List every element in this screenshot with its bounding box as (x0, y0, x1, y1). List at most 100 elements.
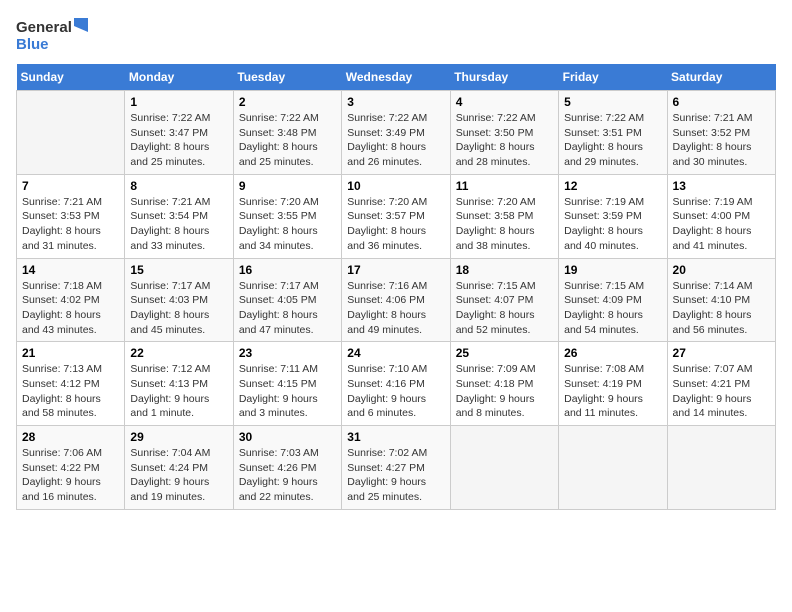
day-cell: 18 Sunrise: 7:15 AM Sunset: 4:07 PM Dayli… (450, 258, 558, 342)
day-info: Sunrise: 7:18 AM Sunset: 4:02 PM Dayligh… (22, 279, 119, 338)
day-header-wednesday: Wednesday (342, 64, 450, 91)
page-header: GeneralBlue (16, 16, 776, 54)
day-info: Sunrise: 7:20 AM Sunset: 3:58 PM Dayligh… (456, 195, 553, 254)
day-number: 21 (22, 346, 119, 360)
day-info: Sunrise: 7:04 AM Sunset: 4:24 PM Dayligh… (130, 446, 227, 505)
day-cell (17, 91, 125, 175)
day-info: Sunrise: 7:08 AM Sunset: 4:19 PM Dayligh… (564, 362, 661, 421)
day-number: 3 (347, 95, 444, 109)
day-info: Sunrise: 7:06 AM Sunset: 4:22 PM Dayligh… (22, 446, 119, 505)
day-cell: 5 Sunrise: 7:22 AM Sunset: 3:51 PM Daylig… (559, 91, 667, 175)
day-header-row: SundayMondayTuesdayWednesdayThursdayFrid… (17, 64, 776, 91)
day-cell: 12Sunrise: 7:19 AM Sunset: 3:59 PM Dayli… (559, 174, 667, 258)
day-number: 23 (239, 346, 336, 360)
day-info: Sunrise: 7:15 AM Sunset: 4:09 PM Dayligh… (564, 279, 661, 338)
day-header-saturday: Saturday (667, 64, 775, 91)
week-row-4: 21 Sunrise: 7:13 AM Sunset: 4:12 PM Dayli… (17, 342, 776, 426)
day-info: Sunrise: 7:20 AM Sunset: 3:57 PM Dayligh… (347, 195, 444, 254)
day-number: 15 (130, 263, 227, 277)
day-number: 16 (239, 263, 336, 277)
day-number: 20 (673, 263, 770, 277)
day-info: Sunrise: 7:09 AM Sunset: 4:18 PM Dayligh… (456, 362, 553, 421)
day-info: Sunrise: 7:07 AM Sunset: 4:21 PM Dayligh… (673, 362, 770, 421)
day-info: Sunrise: 7:22 AM Sunset: 3:49 PM Dayligh… (347, 111, 444, 170)
day-info: Sunrise: 7:17 AM Sunset: 4:03 PM Dayligh… (130, 279, 227, 338)
day-number: 1 (130, 95, 227, 109)
day-number: 24 (347, 346, 444, 360)
day-number: 31 (347, 430, 444, 444)
day-header-monday: Monday (125, 64, 233, 91)
day-number: 25 (456, 346, 553, 360)
day-number: 19 (564, 263, 661, 277)
day-cell: 13 Sunrise: 7:19 AM Sunset: 4:00 PM Dayli… (667, 174, 775, 258)
day-number: 5 (564, 95, 661, 109)
day-number: 2 (239, 95, 336, 109)
day-number: 4 (456, 95, 553, 109)
day-cell: 30 Sunrise: 7:03 AM Sunset: 4:26 PM Dayli… (233, 426, 341, 510)
day-info: Sunrise: 7:15 AM Sunset: 4:07 PM Dayligh… (456, 279, 553, 338)
day-number: 28 (22, 430, 119, 444)
day-number: 30 (239, 430, 336, 444)
day-cell: 19 Sunrise: 7:15 AM Sunset: 4:09 PM Dayli… (559, 258, 667, 342)
logo: GeneralBlue (16, 16, 96, 54)
day-info: Sunrise: 7:19 AM Sunset: 4:00 PM Dayligh… (673, 195, 770, 254)
day-header-thursday: Thursday (450, 64, 558, 91)
day-cell: 26 Sunrise: 7:08 AM Sunset: 4:19 PM Dayli… (559, 342, 667, 426)
day-cell: 3 Sunrise: 7:22 AM Sunset: 3:49 PM Daylig… (342, 91, 450, 175)
day-number: 7 (22, 179, 119, 193)
day-info: Sunrise: 7:22 AM Sunset: 3:50 PM Dayligh… (456, 111, 553, 170)
day-number: 13 (673, 179, 770, 193)
day-info: Sunrise: 7:22 AM Sunset: 3:47 PM Dayligh… (130, 111, 227, 170)
day-info: Sunrise: 7:22 AM Sunset: 3:51 PM Dayligh… (564, 111, 661, 170)
day-info: Sunrise: 7:14 AM Sunset: 4:10 PM Dayligh… (673, 279, 770, 338)
day-number: 9 (239, 179, 336, 193)
day-cell: 17 Sunrise: 7:16 AM Sunset: 4:06 PM Dayli… (342, 258, 450, 342)
day-number: 6 (673, 95, 770, 109)
week-row-3: 14Sunrise: 7:18 AM Sunset: 4:02 PM Dayli… (17, 258, 776, 342)
day-header-tuesday: Tuesday (233, 64, 341, 91)
day-cell: 23 Sunrise: 7:11 AM Sunset: 4:15 PM Dayli… (233, 342, 341, 426)
day-info: Sunrise: 7:03 AM Sunset: 4:26 PM Dayligh… (239, 446, 336, 505)
day-cell: 8 Sunrise: 7:21 AM Sunset: 3:54 PM Daylig… (125, 174, 233, 258)
day-cell (667, 426, 775, 510)
svg-text:General: General (16, 19, 72, 36)
day-cell: 31Sunrise: 7:02 AM Sunset: 4:27 PM Dayli… (342, 426, 450, 510)
day-cell: 14Sunrise: 7:18 AM Sunset: 4:02 PM Dayli… (17, 258, 125, 342)
day-cell: 16 Sunrise: 7:17 AM Sunset: 4:05 PM Dayli… (233, 258, 341, 342)
day-cell: 9Sunrise: 7:20 AM Sunset: 3:55 PM Daylig… (233, 174, 341, 258)
week-row-5: 28 Sunrise: 7:06 AM Sunset: 4:22 PM Dayli… (17, 426, 776, 510)
day-cell: 28 Sunrise: 7:06 AM Sunset: 4:22 PM Dayli… (17, 426, 125, 510)
day-info: Sunrise: 7:22 AM Sunset: 3:48 PM Dayligh… (239, 111, 336, 170)
day-cell: 24 Sunrise: 7:10 AM Sunset: 4:16 PM Dayli… (342, 342, 450, 426)
day-cell (559, 426, 667, 510)
day-info: Sunrise: 7:13 AM Sunset: 4:12 PM Dayligh… (22, 362, 119, 421)
day-number: 8 (130, 179, 227, 193)
day-number: 10 (347, 179, 444, 193)
day-number: 17 (347, 263, 444, 277)
day-info: Sunrise: 7:21 AM Sunset: 3:53 PM Dayligh… (22, 195, 119, 254)
day-info: Sunrise: 7:10 AM Sunset: 4:16 PM Dayligh… (347, 362, 444, 421)
day-number: 18 (456, 263, 553, 277)
day-info: Sunrise: 7:17 AM Sunset: 4:05 PM Dayligh… (239, 279, 336, 338)
calendar-header: SundayMondayTuesdayWednesdayThursdayFrid… (17, 64, 776, 91)
day-number: 11 (456, 179, 553, 193)
day-info: Sunrise: 7:21 AM Sunset: 3:54 PM Dayligh… (130, 195, 227, 254)
calendar-table: SundayMondayTuesdayWednesdayThursdayFrid… (16, 64, 776, 510)
day-info: Sunrise: 7:21 AM Sunset: 3:52 PM Dayligh… (673, 111, 770, 170)
day-header-sunday: Sunday (17, 64, 125, 91)
day-info: Sunrise: 7:16 AM Sunset: 4:06 PM Dayligh… (347, 279, 444, 338)
week-row-1: 1 Sunrise: 7:22 AM Sunset: 3:47 PM Daylig… (17, 91, 776, 175)
day-cell: 11 Sunrise: 7:20 AM Sunset: 3:58 PM Dayli… (450, 174, 558, 258)
calendar-body: 1 Sunrise: 7:22 AM Sunset: 3:47 PM Daylig… (17, 91, 776, 510)
day-cell: 1 Sunrise: 7:22 AM Sunset: 3:47 PM Daylig… (125, 91, 233, 175)
day-cell: 15 Sunrise: 7:17 AM Sunset: 4:03 PM Dayli… (125, 258, 233, 342)
day-cell: 25 Sunrise: 7:09 AM Sunset: 4:18 PM Dayli… (450, 342, 558, 426)
svg-text:Blue: Blue (16, 36, 49, 53)
day-number: 12 (564, 179, 661, 193)
day-cell (450, 426, 558, 510)
day-info: Sunrise: 7:11 AM Sunset: 4:15 PM Dayligh… (239, 362, 336, 421)
day-number: 26 (564, 346, 661, 360)
day-cell: 20 Sunrise: 7:14 AM Sunset: 4:10 PM Dayli… (667, 258, 775, 342)
day-cell: 27Sunrise: 7:07 AM Sunset: 4:21 PM Dayli… (667, 342, 775, 426)
day-cell: 7 Sunrise: 7:21 AM Sunset: 3:53 PM Daylig… (17, 174, 125, 258)
